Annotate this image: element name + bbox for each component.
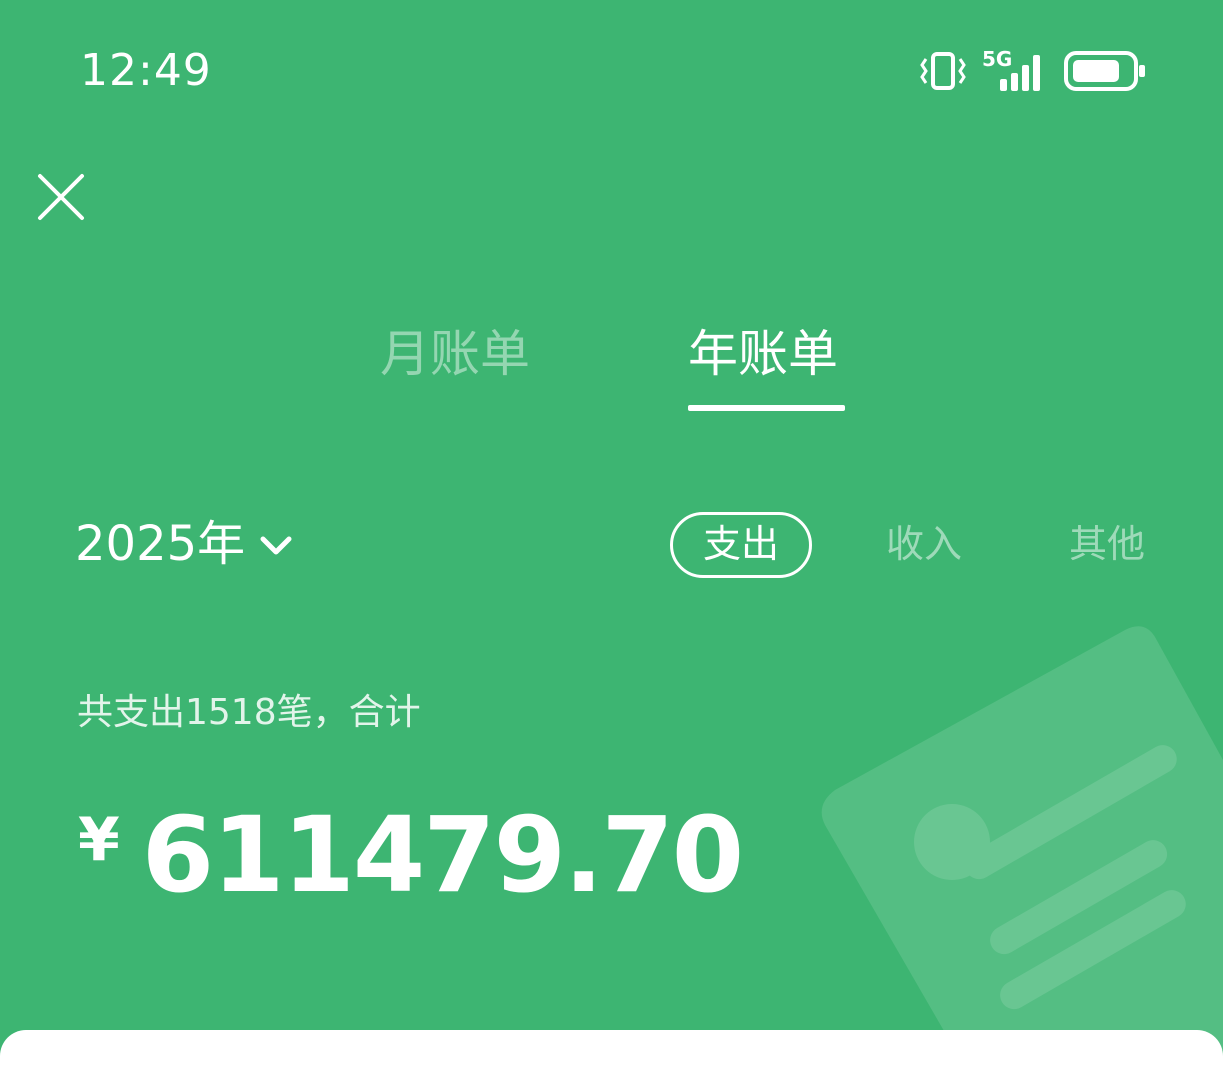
- amount-value: 611479.70: [141, 794, 744, 916]
- close-icon[interactable]: [34, 170, 88, 224]
- vibrate-icon: [920, 52, 966, 90]
- year-value: 2025年: [75, 516, 246, 572]
- battery-icon: [1064, 51, 1145, 91]
- signal-icon: 5G: [982, 49, 1050, 93]
- total-amount: ¥ 611479.70: [78, 790, 744, 920]
- summary-caption: 共支出1518笔，合计: [77, 692, 421, 733]
- tab-monthly-bill[interactable]: 月账单: [380, 320, 530, 388]
- currency-symbol: ¥: [78, 805, 120, 875]
- filter-other[interactable]: 其他: [1052, 512, 1162, 576]
- year-selector[interactable]: 2025年: [75, 512, 293, 576]
- status-time: 12:49: [80, 45, 212, 96]
- filter-expense[interactable]: 支出: [670, 512, 812, 578]
- tab-yearly-bill[interactable]: 年账单: [688, 320, 838, 388]
- status-icons: 5G: [918, 46, 1148, 96]
- chevron-down-icon: [260, 536, 292, 555]
- bottom-sheet: [0, 1030, 1223, 1090]
- filter-income[interactable]: 收入: [870, 512, 978, 576]
- active-tab-indicator: [688, 405, 845, 411]
